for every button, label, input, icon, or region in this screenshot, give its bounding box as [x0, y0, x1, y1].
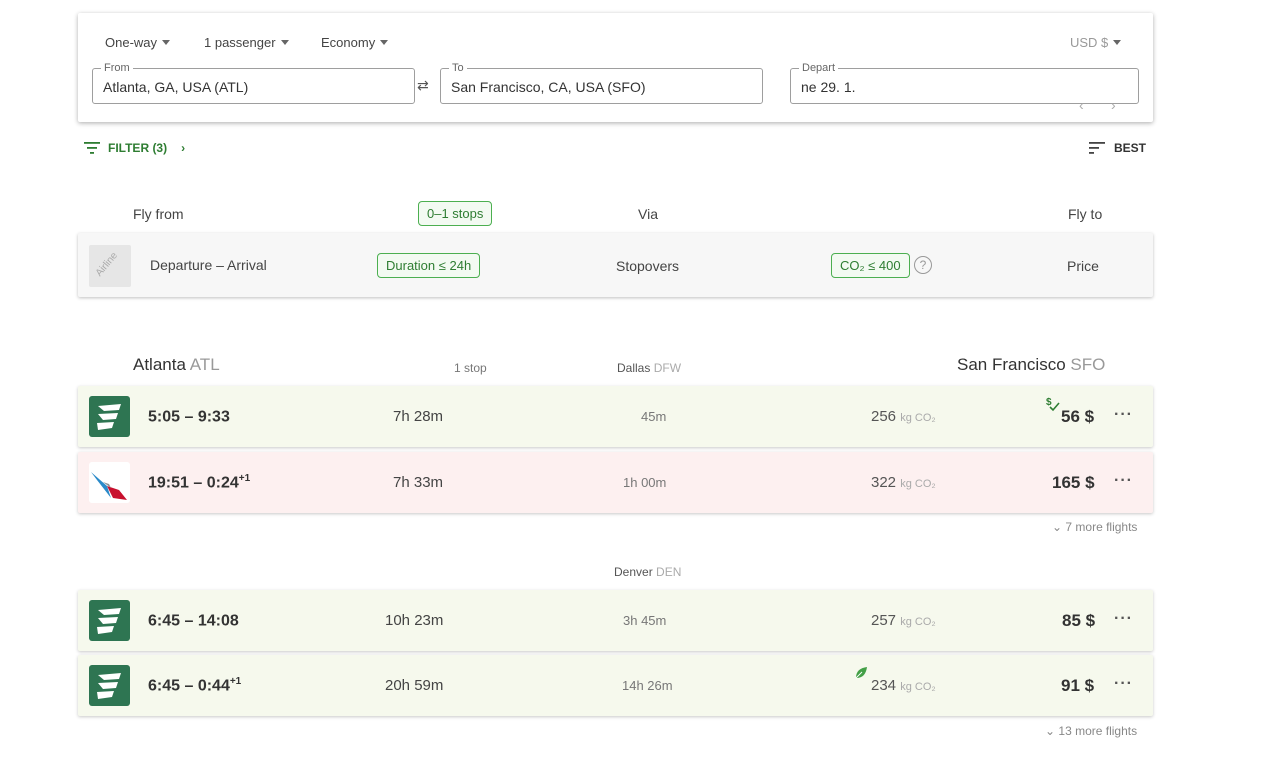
flight-time: 5:05 – 9:33 [148, 408, 230, 426]
passengers-select[interactable]: 1 passenger [204, 35, 289, 50]
flight-duration: 10h 23m [385, 612, 444, 629]
fly-from-header: Fly from [133, 206, 184, 222]
co2-value: 234 kg CO₂ [871, 677, 936, 694]
depart-field[interactable]: Depart ne 29. 1. [790, 61, 1139, 104]
origin-city: Atlanta [133, 355, 186, 374]
flight-price: 91 $ [1061, 676, 1095, 695]
chevron-right-icon: › [181, 141, 186, 155]
currency-select[interactable]: USD $ [1070, 35, 1122, 50]
departure-arrival-header: Departure – Arrival [150, 257, 267, 273]
sort-icon [1088, 142, 1105, 154]
destination-heading: San Francisco SFO [957, 355, 1105, 375]
stopover-duration: 45m [641, 409, 667, 424]
fly-to-header: Fly to [1068, 206, 1103, 222]
svg-text:$: $ [1046, 397, 1052, 408]
next-date-icon[interactable]: › [1111, 97, 1116, 113]
duration-filter-chip[interactable]: Duration ≤ 24h [377, 253, 481, 278]
trip-type-label: One-way [105, 35, 158, 50]
via-code: DEN [656, 565, 682, 579]
filter-label: FILTER (3) [108, 141, 168, 155]
flight-row[interactable]: 6:45 – 0:44+1 20h 59m 14h 26m 234 kg CO₂… [78, 655, 1153, 716]
frontier-logo-icon [89, 396, 130, 437]
prev-date-icon[interactable]: ‹ [1079, 97, 1084, 113]
via-city: Denver [614, 565, 653, 579]
flight-duration: 20h 59m [385, 677, 444, 694]
from-field[interactable]: From Atlanta, GA, USA (ATL) [92, 61, 415, 104]
stops-filter-chip[interactable]: 0–1 stops [418, 201, 493, 226]
more-flights-link[interactable]: ⌄ 13 more flights [1045, 724, 1137, 738]
more-options-icon[interactable]: ··· [1114, 472, 1133, 490]
filter-button[interactable]: FILTER (3) › [84, 141, 185, 155]
dest-code: SFO [1070, 355, 1106, 374]
to-field-value: San Francisco, CA, USA (SFO) [451, 79, 646, 95]
flight-row[interactable]: 19:51 – 0:24+1 7h 33m 1h 00m 322 kg CO₂ … [78, 452, 1153, 513]
origin-heading: Atlanta ATL [133, 355, 220, 375]
cheapest-dollar-check-icon: $ [1046, 397, 1060, 412]
caret-down-icon [1113, 40, 1122, 45]
origin-code: ATL [189, 355, 220, 374]
swap-icon[interactable]: ⇄ [417, 77, 429, 94]
legend-row: Airline Departure – Arrival Duration ≤ 2… [78, 233, 1153, 297]
co2-value: 257 kg CO₂ [871, 612, 936, 629]
chevron-down-icon: ⌄ [1045, 724, 1056, 738]
currency-label: USD $ [1070, 35, 1109, 50]
leaf-icon [855, 667, 867, 679]
flight-row[interactable]: 5:05 – 9:33 7h 28m 45m 256 kg CO₂ $ 56 $… [78, 386, 1153, 447]
caret-down-icon [280, 40, 289, 45]
to-field[interactable]: To San Francisco, CA, USA (SFO) [440, 61, 763, 104]
flight-time: 19:51 – 0:24+1 [148, 473, 251, 492]
chevron-down-icon: ⌄ [1052, 520, 1063, 534]
airline-placeholder-label: Airline [93, 250, 121, 279]
flight-price: 165 $ [1052, 473, 1095, 492]
flight-duration: 7h 28m [393, 408, 444, 425]
caret-down-icon [162, 40, 171, 45]
stopovers-header: Stopovers [616, 258, 680, 274]
flight-duration: 7h 33m [393, 474, 444, 491]
frontier-logo-icon [89, 600, 130, 641]
co2-filter-chip[interactable]: CO₂ ≤ 400 [831, 253, 910, 278]
sort-label: BEST [1113, 141, 1146, 155]
caret-down-icon [380, 40, 389, 45]
via-dallas-heading: Dallas DFW [617, 361, 681, 375]
stopover-duration: 1h 00m [623, 475, 667, 490]
dest-city: San Francisco [957, 355, 1066, 374]
to-field-label: To [449, 61, 467, 75]
via-city: Dallas [617, 361, 651, 375]
frontier-logo-icon [89, 665, 130, 706]
filter-icon [84, 142, 100, 154]
price-header: Price [1067, 258, 1099, 274]
via-code: DFW [653, 361, 682, 375]
cabin-label: Economy [321, 35, 376, 50]
depart-field-label: Depart [799, 61, 839, 75]
flight-time: 6:45 – 14:08 [148, 612, 239, 630]
from-field-value: Atlanta, GA, USA (ATL) [103, 79, 249, 95]
depart-field-value: ne 29. 1. [801, 79, 856, 95]
more-options-icon[interactable]: ··· [1114, 406, 1133, 424]
search-card: One-way 1 passenger Economy USD $ From A… [78, 13, 1153, 122]
stopover-duration: 14h 26m [622, 678, 673, 693]
more-options-icon[interactable]: ··· [1114, 675, 1133, 693]
airline-placeholder-icon: Airline [89, 245, 131, 287]
stopover-duration: 3h 45m [623, 613, 667, 628]
via-denver-heading: Denver DEN [614, 565, 681, 579]
help-icon[interactable]: ? [914, 256, 932, 274]
co2-value: 322 kg CO₂ [871, 474, 936, 491]
trip-type-select[interactable]: One-way [105, 35, 171, 50]
flight-price: 56 $ [1061, 407, 1095, 426]
american-airlines-logo-icon [89, 462, 130, 503]
via-header: Via [638, 206, 658, 222]
flight-price: 85 $ [1062, 611, 1096, 630]
more-options-icon[interactable]: ··· [1114, 610, 1133, 628]
from-field-label: From [101, 61, 133, 75]
cabin-select[interactable]: Economy [321, 35, 389, 50]
more-flights-link[interactable]: ⌄ 7 more flights [1052, 520, 1137, 534]
sort-button[interactable]: BEST [1088, 141, 1146, 155]
stops-count: 1 stop [454, 361, 487, 375]
flight-row[interactable]: 6:45 – 14:08 10h 23m 3h 45m 257 kg CO₂ 8… [78, 590, 1153, 651]
passengers-label: 1 passenger [204, 35, 276, 50]
co2-value: 256 kg CO₂ [871, 408, 936, 425]
flight-time: 6:45 – 0:44+1 [148, 676, 242, 695]
